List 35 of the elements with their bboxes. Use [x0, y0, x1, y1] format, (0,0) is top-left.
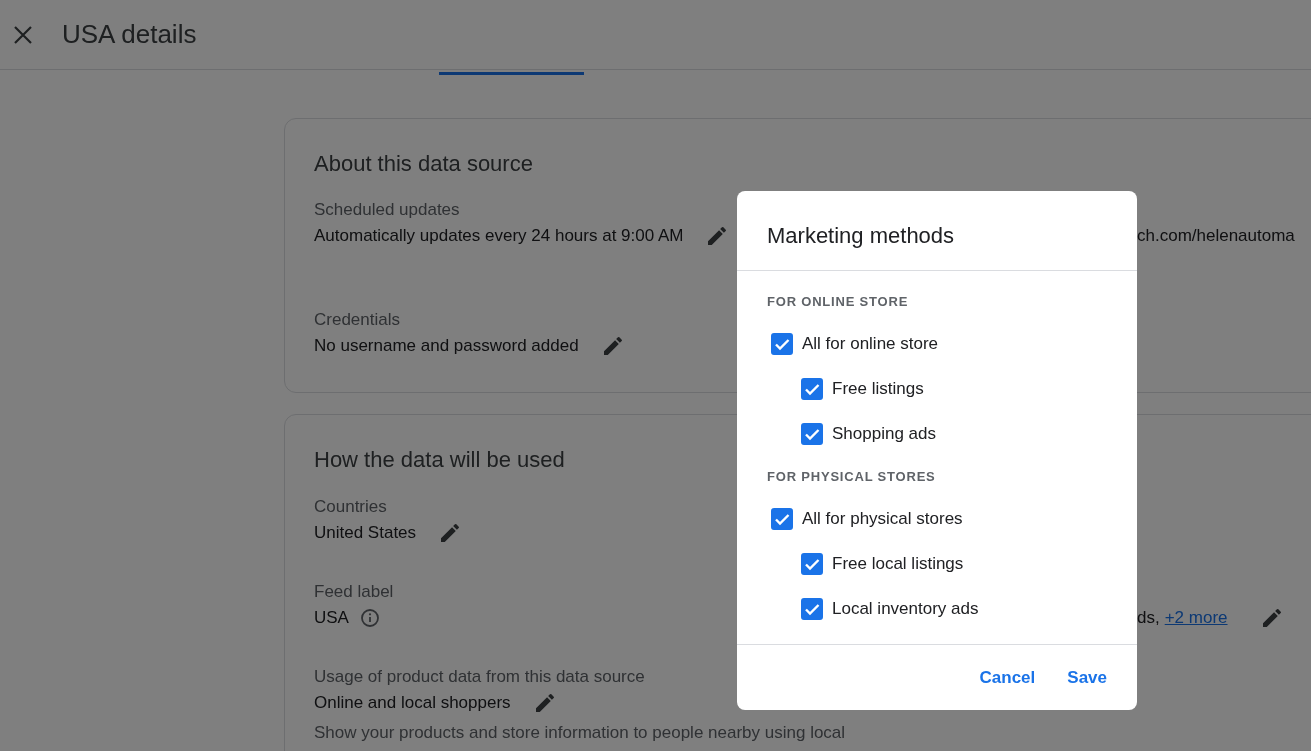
field-value: ds, — [1137, 607, 1160, 629]
save-button[interactable]: Save — [1059, 659, 1115, 696]
field-label: Credentials — [314, 309, 400, 331]
field-value: United States — [314, 522, 417, 544]
checkbox[interactable] — [771, 332, 793, 355]
card-title: How the data will be used — [314, 446, 566, 474]
field-value: USA — [314, 607, 349, 629]
field-value: No username and password added — [314, 335, 579, 357]
field-label: Countries — [314, 496, 387, 518]
section-heading: FOR ONLINE STORE — [767, 294, 910, 310]
checkbox-label[interactable]: All for online store — [802, 333, 939, 354]
checkbox[interactable] — [801, 422, 823, 445]
section-heading: FOR PHYSICAL STORES — [767, 469, 937, 485]
field-value: ch.com/helenautoma — [1137, 225, 1295, 247]
checkbox[interactable] — [801, 377, 823, 400]
cancel-button[interactable]: Cancel — [971, 659, 1044, 696]
checkbox[interactable] — [771, 507, 793, 530]
checkbox-label[interactable]: Local inventory ads — [832, 598, 979, 619]
field-label: Feed label — [314, 581, 394, 603]
checkbox-label[interactable]: Shopping ads — [832, 423, 936, 444]
card-title: About this data source — [314, 150, 534, 178]
page-title: USA details — [62, 19, 197, 50]
field-label: Scheduled updates — [314, 199, 460, 221]
checkbox[interactable] — [801, 597, 823, 620]
checkbox-label[interactable]: Free listings — [832, 378, 924, 399]
checkbox-label[interactable]: All for physical stores — [802, 508, 963, 529]
info-icon[interactable] — [359, 608, 380, 628]
field-value: Online and local shoppers — [314, 692, 511, 714]
dialog-title: Marketing methods — [767, 223, 955, 248]
close-icon[interactable] — [13, 24, 33, 45]
checkbox-label[interactable]: Free local listings — [832, 553, 964, 574]
checkbox[interactable] — [801, 552, 823, 575]
field-label: Usage of product data from this data source — [314, 666, 645, 688]
field-value: Automatically updates every 24 hours at 9:00 AM — [314, 225, 684, 247]
field-description: Show your products and store information to people nearby using local — [314, 722, 846, 744]
